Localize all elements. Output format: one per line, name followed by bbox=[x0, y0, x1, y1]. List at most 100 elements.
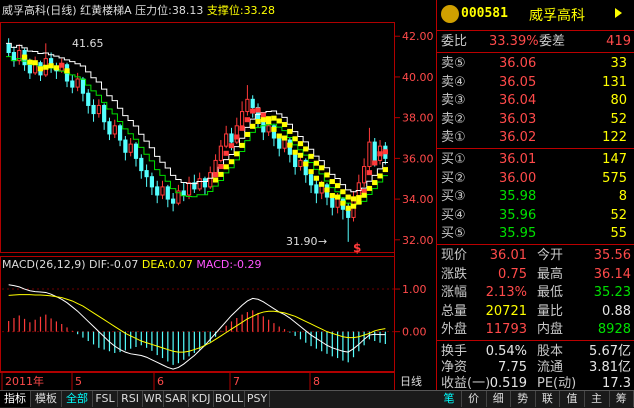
candle-body bbox=[245, 98, 250, 113]
stair-block bbox=[313, 175, 320, 181]
ask-row[interactable]: 卖② 36.03 52 bbox=[437, 111, 634, 129]
next-stock-icon[interactable] bbox=[615, 8, 622, 18]
stair-block bbox=[228, 143, 235, 149]
indicator-tab[interactable]: FSL bbox=[93, 391, 118, 407]
stair-block bbox=[319, 181, 325, 187]
bid-row[interactable]: 买⑤ 35.95 55 bbox=[437, 225, 634, 243]
price-tick-label: 38.00 bbox=[402, 112, 434, 125]
indicator-tab[interactable]: WR bbox=[143, 391, 164, 407]
ask-row[interactable]: 卖① 36.02 122 bbox=[437, 129, 634, 147]
chart-indicator-name: 红黄楼梯A bbox=[80, 3, 132, 17]
indicator-tab[interactable]: PSY bbox=[245, 391, 270, 407]
stair-block bbox=[340, 200, 346, 206]
candle-body bbox=[224, 133, 229, 147]
ask-price: 36.02 bbox=[499, 130, 537, 145]
indicator-tab[interactable]: SAR bbox=[164, 391, 189, 407]
logo-icon bbox=[441, 5, 459, 23]
panel-tab[interactable]: 筹 bbox=[609, 391, 634, 407]
quote-stat-row[interactable]: 总量 20721 量比 0.88 bbox=[437, 303, 634, 321]
panel-tab[interactable]: 势 bbox=[511, 391, 536, 407]
stair-block bbox=[218, 164, 224, 170]
candle-body bbox=[282, 139, 287, 149]
panel-tab[interactable]: 主 bbox=[585, 391, 610, 407]
bid-row[interactable]: 买③ 35.98 8 bbox=[437, 188, 634, 206]
indicator-tab[interactable]: RSI bbox=[118, 391, 143, 407]
stat-label: 今开 bbox=[537, 248, 564, 263]
indicator-tab[interactable]: 指标 bbox=[0, 391, 31, 407]
candle-body bbox=[107, 121, 112, 135]
ask-volume: 52 bbox=[610, 111, 627, 127]
macd-tick-label: 1.00 bbox=[402, 283, 427, 296]
stair-block-yellow bbox=[372, 180, 378, 186]
candle-body bbox=[128, 143, 133, 153]
indicator-tab[interactable]: 全部 bbox=[62, 391, 93, 407]
indicator-tab[interactable]: BOLL bbox=[214, 391, 245, 407]
quote-stat-row[interactable]: 涨幅 2.13% 最低 35.23 bbox=[437, 284, 634, 302]
macd-chart-frame bbox=[0, 256, 395, 372]
high-price-label: 41.65 bbox=[72, 37, 104, 50]
x-axis-label: 6 bbox=[157, 375, 164, 388]
bid-label: 买④ bbox=[441, 207, 466, 223]
macd-value: -0.29 bbox=[233, 258, 261, 271]
candle-body bbox=[197, 178, 202, 190]
candle-body bbox=[17, 49, 22, 62]
indicator-tab[interactable]: 模板 bbox=[31, 391, 62, 407]
bid-row[interactable]: 买① 36.01 147 bbox=[437, 151, 634, 169]
weibi-row: 委比 33.39% 委差 419 bbox=[437, 33, 634, 51]
price-tick-label: 40.00 bbox=[402, 71, 434, 84]
candle-body bbox=[367, 141, 372, 168]
macd-dif-line bbox=[8, 284, 386, 370]
bid-row[interactable]: 买② 36.00 575 bbox=[437, 170, 634, 188]
weicha-label: 委差 bbox=[539, 34, 566, 49]
stair-block-yellow bbox=[212, 177, 219, 183]
stair-block-yellow bbox=[234, 151, 240, 157]
stair-block-yellow bbox=[239, 142, 245, 148]
stair-block-yellow bbox=[377, 173, 383, 179]
candle-body bbox=[123, 139, 128, 153]
candle-body bbox=[144, 170, 149, 178]
stair-block bbox=[48, 63, 54, 69]
quote-title-bar: 000581 威孚高科 bbox=[437, 0, 634, 28]
price-tick-label: 32.00 bbox=[402, 234, 434, 247]
candle-body bbox=[117, 125, 123, 141]
candle-body bbox=[293, 153, 298, 168]
quote-stat-row[interactable]: 涨跌 0.75 最高 36.14 bbox=[437, 266, 634, 284]
candle-body bbox=[239, 111, 245, 127]
candle-body bbox=[181, 190, 186, 196]
stat-label: 内盘 bbox=[537, 322, 564, 337]
ask-row[interactable]: 卖③ 36.04 80 bbox=[437, 92, 634, 110]
stat-value: 36.14 bbox=[593, 266, 631, 282]
macd-header: MACD(26,12,9) DIF:-0.07 DEA:0.07 MACD:-0… bbox=[2, 258, 262, 271]
indicator-tab[interactable]: KDJ bbox=[189, 391, 214, 407]
panel-tab[interactable]: 联 bbox=[535, 391, 561, 407]
ask-row[interactable]: 卖④ 36.05 131 bbox=[437, 74, 634, 92]
quote-stat-row[interactable]: 现价 36.01 今开 35.56 bbox=[437, 247, 634, 265]
ask-row[interactable]: 卖⑤ 36.06 33 bbox=[437, 55, 634, 73]
panel-tab[interactable]: 细 bbox=[486, 391, 512, 407]
stair-block bbox=[287, 142, 293, 148]
candle-body bbox=[171, 198, 176, 204]
stair-block bbox=[59, 62, 65, 68]
stair-block bbox=[239, 125, 245, 131]
stair-block bbox=[53, 65, 60, 71]
stair-block-yellow bbox=[308, 153, 314, 159]
kline-chart-area[interactable]: 威孚高科(日线) 红黄楼梯A 压力位:38.13 支撑位:33.28 42.00… bbox=[0, 0, 436, 390]
candle-body bbox=[208, 172, 213, 188]
stair-block-yellow bbox=[265, 116, 272, 122]
panel-tab[interactable]: 值 bbox=[560, 391, 585, 407]
stair-block-yellow bbox=[250, 123, 256, 129]
quote-stat-row[interactable]: 外盘 11793 内盘 8928 bbox=[437, 321, 634, 339]
stair-block-yellow bbox=[297, 141, 304, 147]
price-tick-label: 36.00 bbox=[402, 152, 434, 165]
stat-label: 涨幅 bbox=[441, 285, 468, 300]
stair-block-yellow bbox=[281, 122, 288, 128]
stair-block bbox=[281, 135, 288, 141]
stat-label: 最低 bbox=[537, 285, 564, 300]
candle-body bbox=[139, 157, 144, 172]
bid-row[interactable]: 买④ 35.96 52 bbox=[437, 207, 634, 225]
panel-tab[interactable]: 价 bbox=[462, 391, 487, 407]
panel-tab[interactable]: 笔 bbox=[437, 391, 462, 407]
stair-block-yellow bbox=[334, 183, 341, 189]
candle-body bbox=[133, 143, 139, 159]
kline-chart-svg[interactable]: 威孚高科(日线) 红黄楼梯A 压力位:38.13 支撑位:33.28 42.00… bbox=[0, 0, 436, 390]
